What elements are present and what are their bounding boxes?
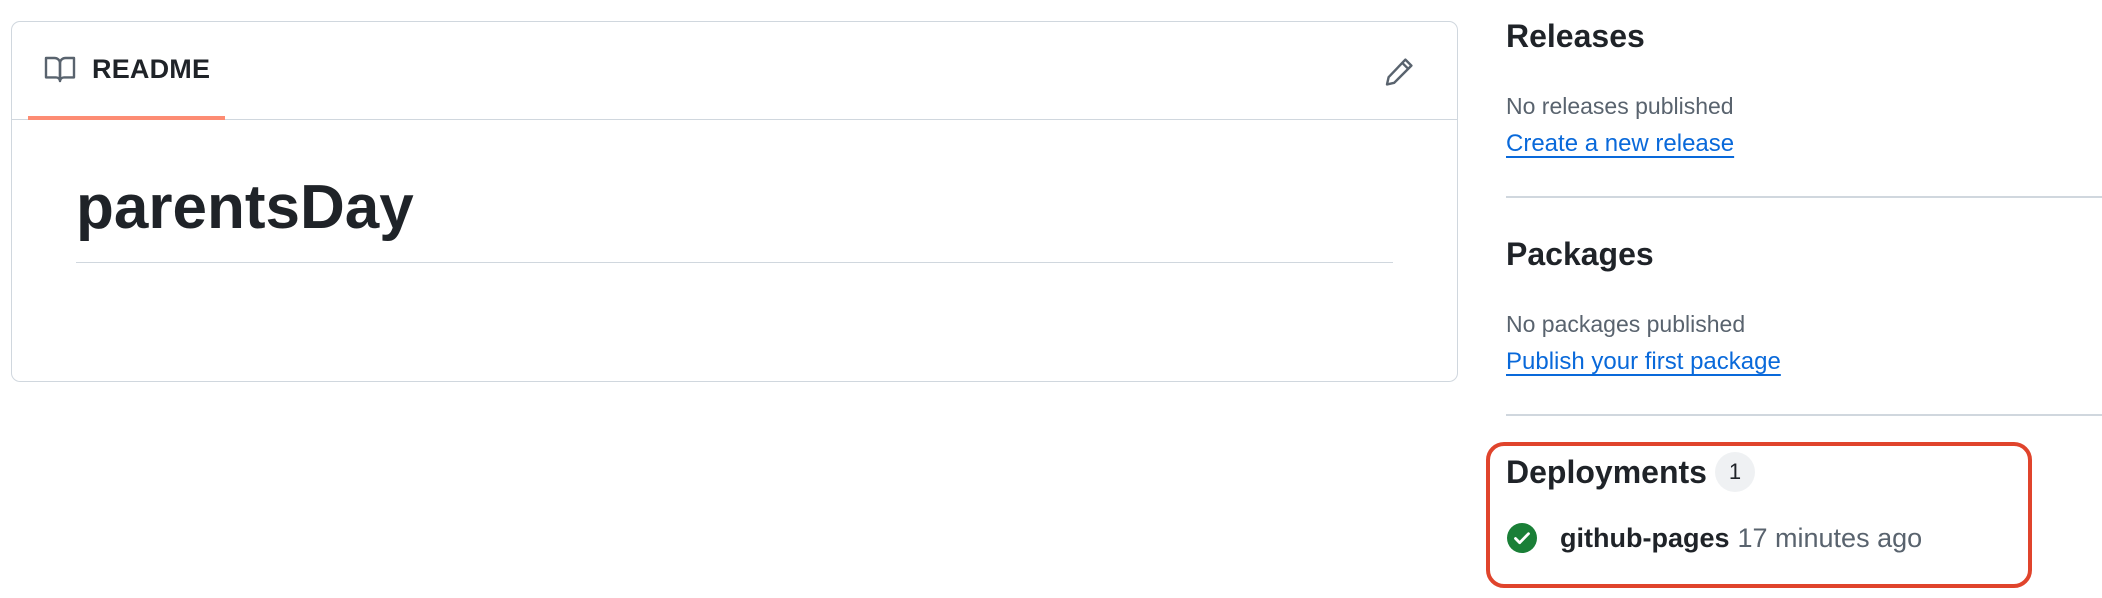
publish-package-link[interactable]: Publish your first package: [1506, 348, 1781, 376]
readme-header: README: [12, 22, 1457, 120]
readme-heading: parentsDay: [76, 173, 1393, 264]
packages-section: Packages No packages published Publish y…: [1506, 236, 2102, 376]
deployments-title[interactable]: Deployments: [1506, 454, 1707, 491]
packages-empty-text: No packages published: [1506, 311, 1746, 337]
releases-empty-text: No releases published: [1506, 93, 1734, 119]
sidebar: Releases No releases published Create a …: [1506, 0, 2102, 598]
edit-readme-button[interactable]: [1379, 52, 1419, 92]
divider: [1506, 196, 2102, 198]
divider: [1506, 414, 2102, 416]
releases-title[interactable]: Releases: [1506, 18, 2102, 55]
readme-tab[interactable]: README: [28, 22, 225, 120]
deployments-count-badge: 1: [1714, 452, 1755, 492]
pencil-icon: [1383, 56, 1415, 88]
readme-card: README parentsDay: [11, 21, 1458, 382]
page: README parentsDay Releases No releases p…: [0, 0, 2102, 598]
book-icon: [44, 55, 76, 83]
readme-tab-label: README: [92, 53, 211, 84]
deployment-item[interactable]: github-pages 17 minutes ago: [1506, 522, 2102, 554]
create-release-link[interactable]: Create a new release: [1506, 130, 1734, 158]
deployments-section: Deployments 1 github-pages 17 minutes ag…: [1506, 452, 2102, 554]
deployments-title-row: Deployments 1: [1506, 452, 2102, 492]
deployment-time: 17 minutes ago: [1737, 522, 1923, 553]
readme-body: parentsDay: [12, 120, 1457, 264]
deployment-environment-link[interactable]: github-pages: [1560, 523, 1730, 554]
packages-title[interactable]: Packages: [1506, 236, 2102, 273]
releases-section: Releases No releases published Create a …: [1506, 18, 2102, 158]
check-circle-icon: [1506, 522, 1538, 554]
